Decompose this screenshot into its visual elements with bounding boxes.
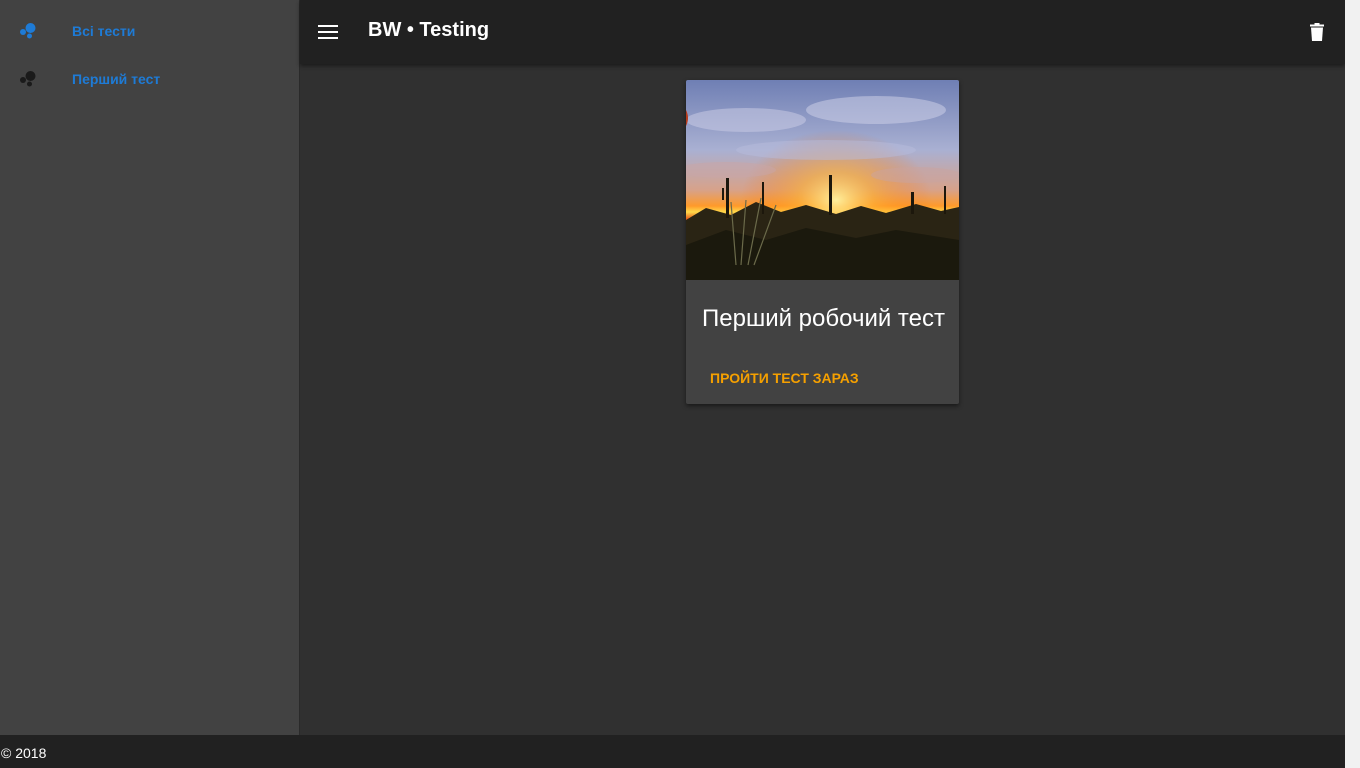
test-card: Перший робочий тест ПРОЙТИ ТЕСТ ЗАРАЗ — [686, 80, 959, 404]
app-bar: BW • Testing — [300, 0, 1345, 64]
card-image — [686, 80, 959, 280]
menu-button[interactable] — [312, 16, 344, 48]
bubbles-icon — [20, 23, 36, 39]
sidebar-item-label: Перший тест — [72, 71, 161, 87]
sidebar-item-first-test[interactable]: Перший тест — [0, 55, 299, 103]
card-title-container: Перший робочий тест — [686, 305, 959, 337]
sidebar: Всі тести Перший тест — [0, 0, 300, 735]
app-root: Всі тести Перший тест BW • Testing Перши… — [0, 0, 1360, 768]
sidebar-item-label: Всі тести — [72, 23, 136, 39]
bubbles-icon — [20, 71, 36, 87]
footer: © 2018 — [0, 735, 1345, 768]
start-test-button[interactable]: ПРОЙТИ ТЕСТ ЗАРАЗ — [702, 362, 867, 394]
delete-button[interactable] — [1303, 18, 1331, 46]
page-title: BW • Testing — [368, 19, 490, 41]
menu-icon — [318, 25, 338, 39]
scrollbar[interactable] — [1345, 0, 1360, 768]
trash-icon — [1310, 23, 1324, 41]
card-title: Перший робочий тест — [702, 305, 945, 332]
copyright-text: © 2018 — [1, 745, 47, 761]
sidebar-item-all-tests[interactable]: Всі тести — [0, 7, 299, 55]
